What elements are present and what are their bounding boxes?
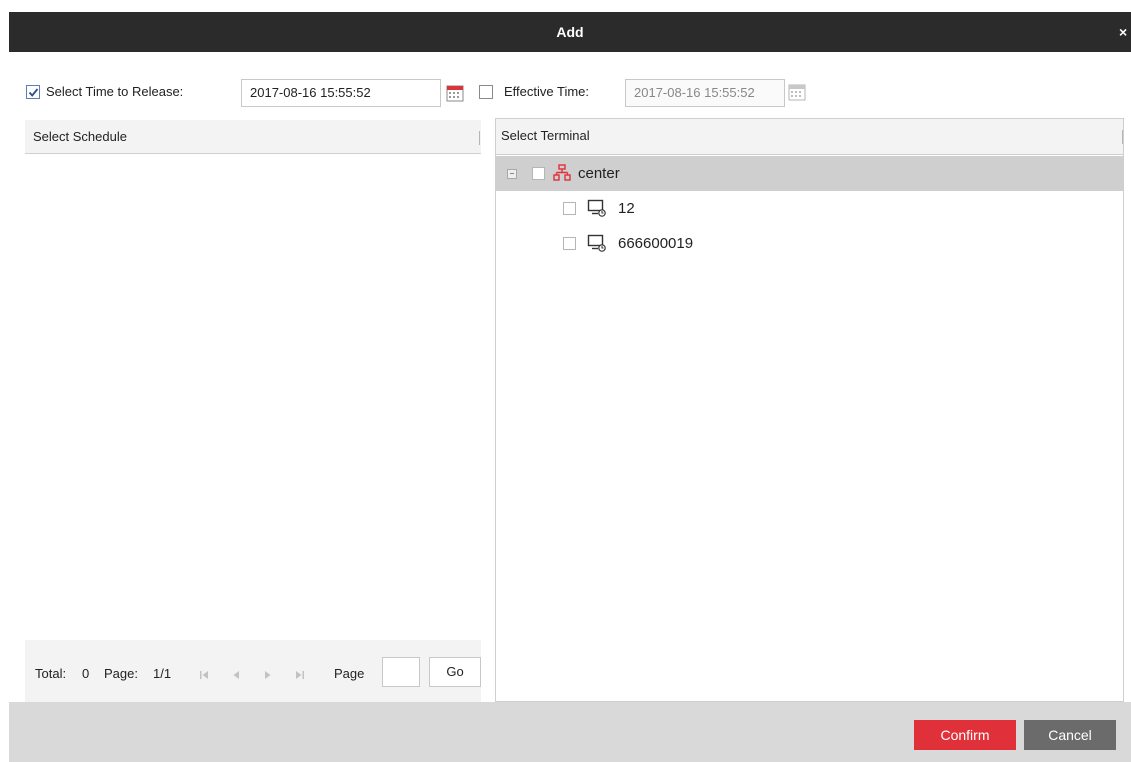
next-page-icon[interactable] [263,670,273,680]
collapse-icon[interactable] [507,169,517,179]
confirm-button[interactable]: Confirm [914,720,1016,750]
add-dialog: Add × Select Time to Release: 2017-08-16… [9,12,1131,762]
schedule-header-label: Select Schedule [33,129,127,144]
schedule-list [25,154,481,640]
last-page-icon[interactable] [295,670,305,680]
terminal-panel: Select Terminal center 12 666600019 [495,118,1124,702]
terminal-icon [587,234,606,252]
release-time-input[interactable]: 2017-08-16 15:55:52 [241,79,441,107]
tree-node-label: center [578,165,620,182]
schedule-panel: Select Schedule Total: 0 Page: 1/1 Page … [25,120,481,704]
terminal-icon [587,199,606,217]
total-label: Total: [35,666,67,681]
close-icon[interactable]: × [1119,12,1131,52]
schedule-header: Select Schedule [25,120,481,154]
tree-checkbox[interactable] [563,202,576,215]
cancel-button[interactable]: Cancel [1024,720,1116,750]
effective-time-label: Effective Time: [504,84,590,99]
checkmark-icon [28,88,39,97]
effective-time-input[interactable]: 2017-08-16 15:55:52 [625,79,785,107]
column-resize-handle[interactable] [479,131,480,145]
dialog-title: Add [556,24,584,40]
tree-node-terminal[interactable]: 666600019 [496,226,1123,261]
first-page-icon[interactable] [199,670,209,680]
release-time-checkbox[interactable] [26,85,40,99]
org-tree-icon [553,164,571,181]
terminal-header-label: Select Terminal [501,128,590,143]
tree-node-terminal[interactable]: 12 [496,191,1123,226]
tree-checkbox[interactable] [563,237,576,250]
calendar-icon[interactable] [446,84,464,102]
dialog-titlebar: Add × [9,12,1131,52]
goto-page-label: Page [334,666,365,681]
page-number-input[interactable] [382,657,420,687]
calendar-icon-disabled[interactable] [788,83,806,101]
release-time-label: Select Time to Release: [46,84,184,99]
tree-checkbox-center[interactable] [532,167,545,180]
terminal-header: Select Terminal [496,119,1123,155]
tree-node-center[interactable]: center [496,156,1123,191]
go-button[interactable]: Go [429,657,481,687]
prev-page-icon[interactable] [231,670,241,680]
column-resize-handle[interactable] [1122,130,1123,144]
pagination-bar: Total: 0 Page: 1/1 Page Go [25,640,481,704]
total-value: 0 [82,666,90,681]
tree-node-label: 12 [618,200,635,217]
tree-node-label: 666600019 [618,235,694,252]
dialog-footer: Confirm Cancel [9,702,1131,762]
effective-time-checkbox[interactable] [479,85,493,99]
page-label: Page: [104,666,138,681]
page-value: 1/1 [153,666,172,681]
